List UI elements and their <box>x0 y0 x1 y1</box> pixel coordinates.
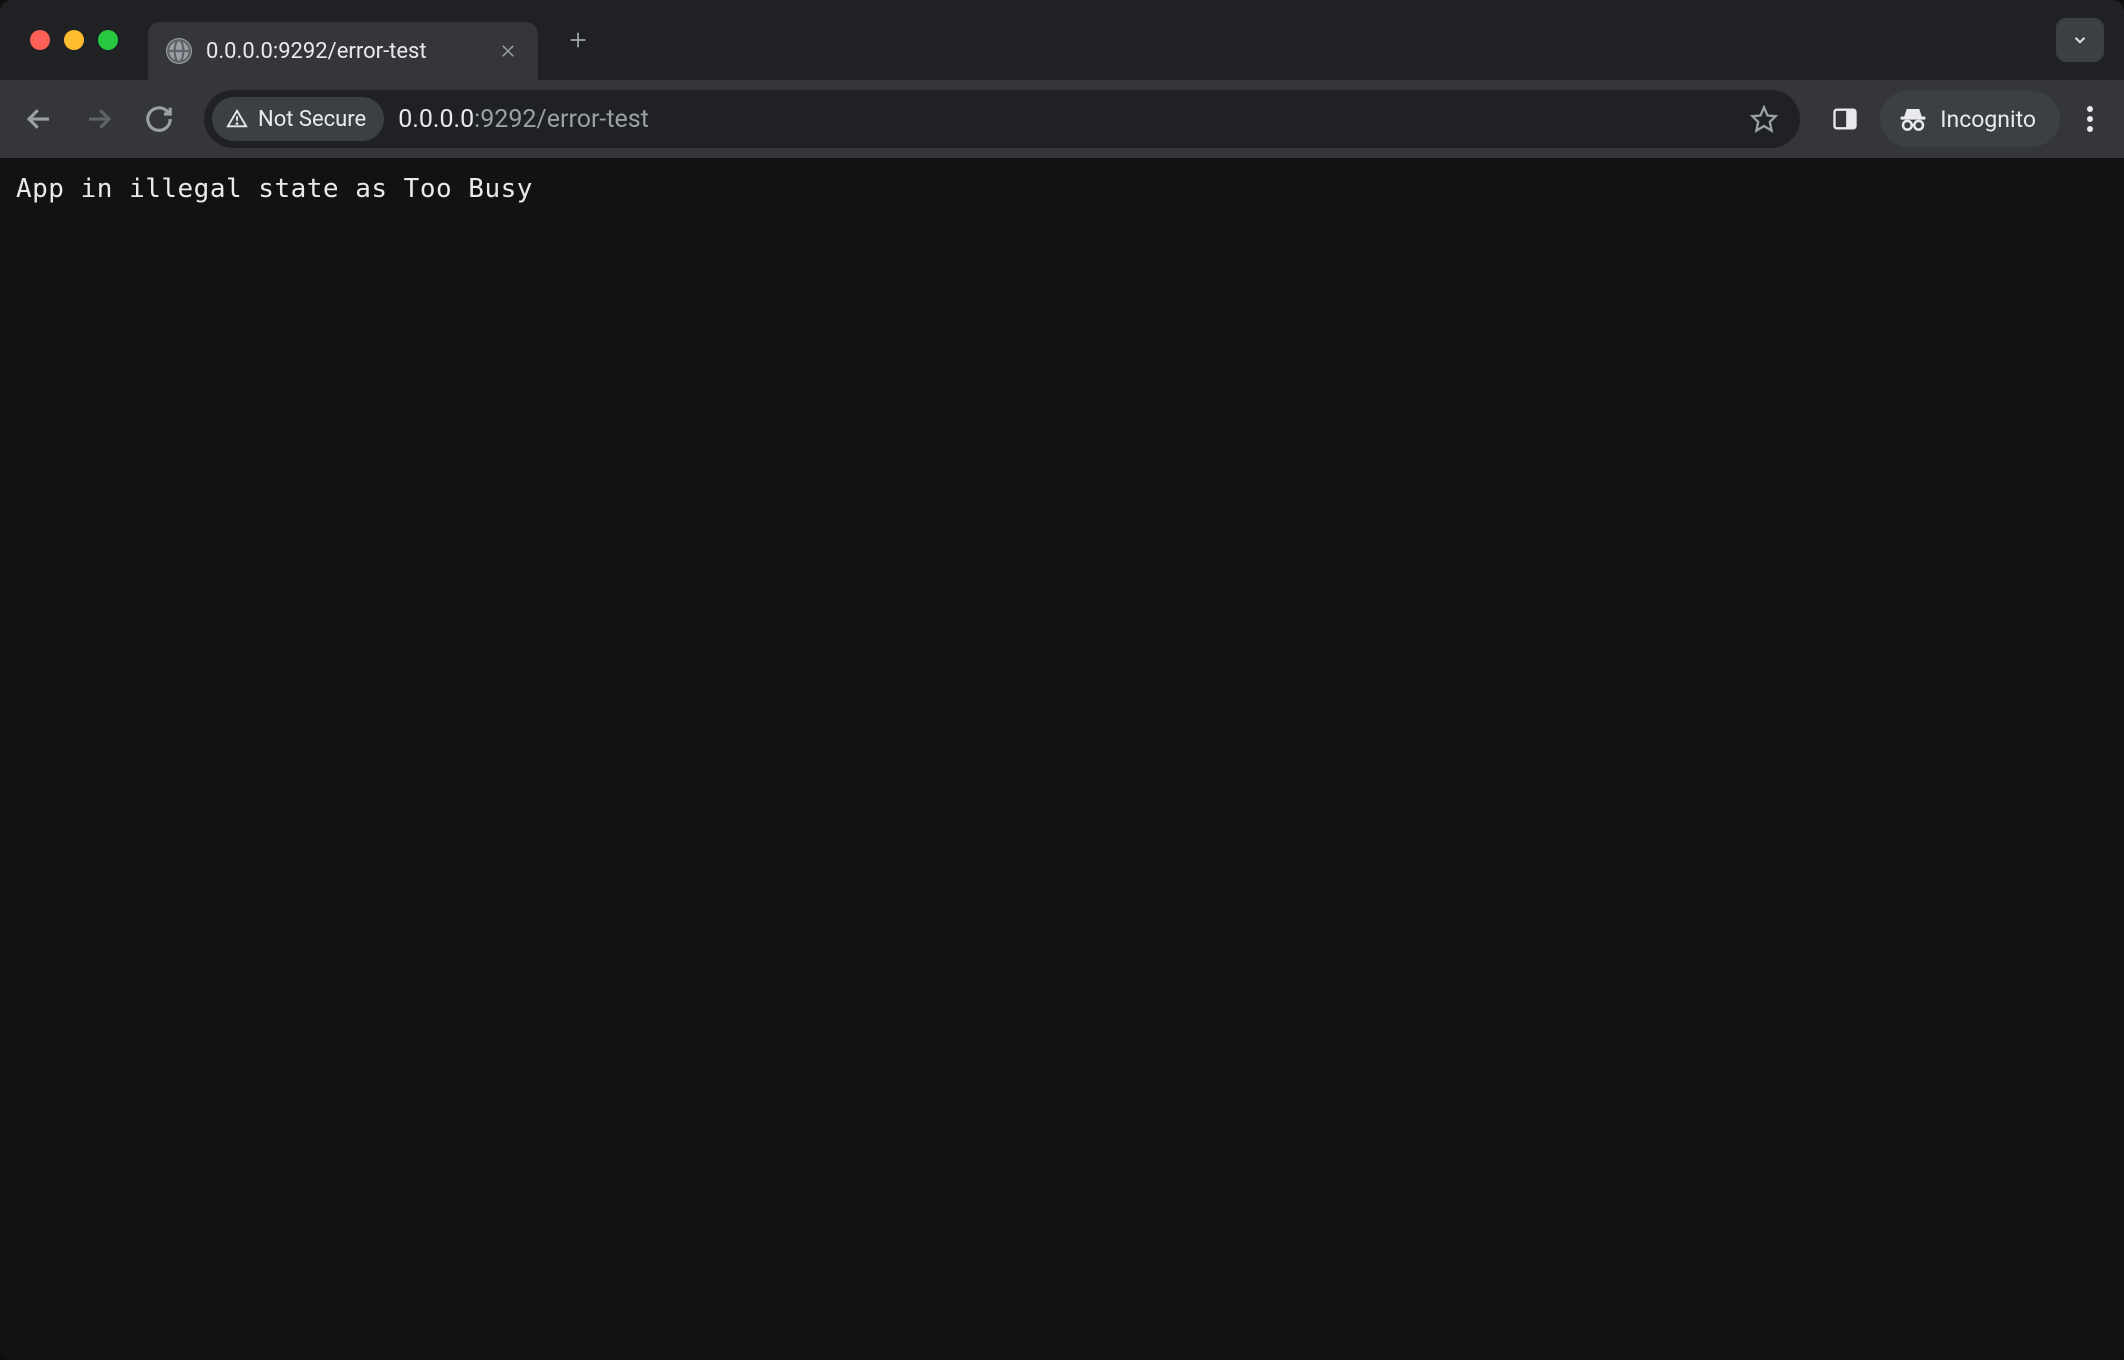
menu-button[interactable] <box>2070 94 2110 144</box>
side-panel-button[interactable] <box>1820 94 1870 144</box>
page-body-text: App in illegal state as Too Busy <box>16 174 2108 204</box>
page-content: App in illegal state as Too Busy <box>0 158 2124 1360</box>
window-minimize-button[interactable] <box>64 30 84 50</box>
side-panel-icon <box>1831 105 1859 133</box>
tab-bar: 0.0.0.0:9292/error-test <box>0 0 2124 80</box>
close-icon <box>499 42 517 60</box>
toolbar: Not Secure 0.0.0.0:9292/error-test Incog… <box>0 80 2124 158</box>
tab-close-button[interactable] <box>496 39 520 63</box>
incognito-icon <box>1898 104 1928 134</box>
back-button[interactable] <box>14 94 64 144</box>
url-text: 0.0.0.0:9292/error-test <box>398 105 1742 134</box>
toolbar-right: Incognito <box>1820 91 2110 147</box>
address-bar[interactable]: Not Secure 0.0.0.0:9292/error-test <box>204 90 1800 148</box>
incognito-chip[interactable]: Incognito <box>1880 91 2060 147</box>
url-host: 0.0.0.0 <box>398 105 474 134</box>
arrow-right-icon <box>84 104 114 134</box>
chevron-down-icon <box>2071 31 2089 49</box>
bookmark-button[interactable] <box>1742 97 1786 141</box>
star-icon <box>1750 105 1778 133</box>
plus-icon <box>567 29 589 51</box>
window-close-button[interactable] <box>30 30 50 50</box>
incognito-label: Incognito <box>1940 106 2036 133</box>
forward-button[interactable] <box>74 94 124 144</box>
warning-icon <box>226 108 248 130</box>
arrow-left-icon <box>24 104 54 134</box>
tab-title: 0.0.0.0:9292/error-test <box>206 39 482 64</box>
window-controls <box>30 30 118 50</box>
tab-bar-right <box>2056 18 2104 62</box>
browser-window: 0.0.0.0:9292/error-test Not Secu <box>0 0 2124 1360</box>
new-tab-button[interactable] <box>556 18 600 62</box>
globe-icon <box>166 38 192 64</box>
security-label: Not Secure <box>258 107 366 132</box>
url-path: :9292/error-test <box>474 105 649 134</box>
security-chip[interactable]: Not Secure <box>212 97 384 141</box>
kebab-menu-icon <box>2087 106 2093 132</box>
reload-button[interactable] <box>134 94 184 144</box>
reload-icon <box>144 104 174 134</box>
browser-tab[interactable]: 0.0.0.0:9292/error-test <box>148 22 538 80</box>
tabs-dropdown-button[interactable] <box>2056 18 2104 62</box>
window-maximize-button[interactable] <box>98 30 118 50</box>
